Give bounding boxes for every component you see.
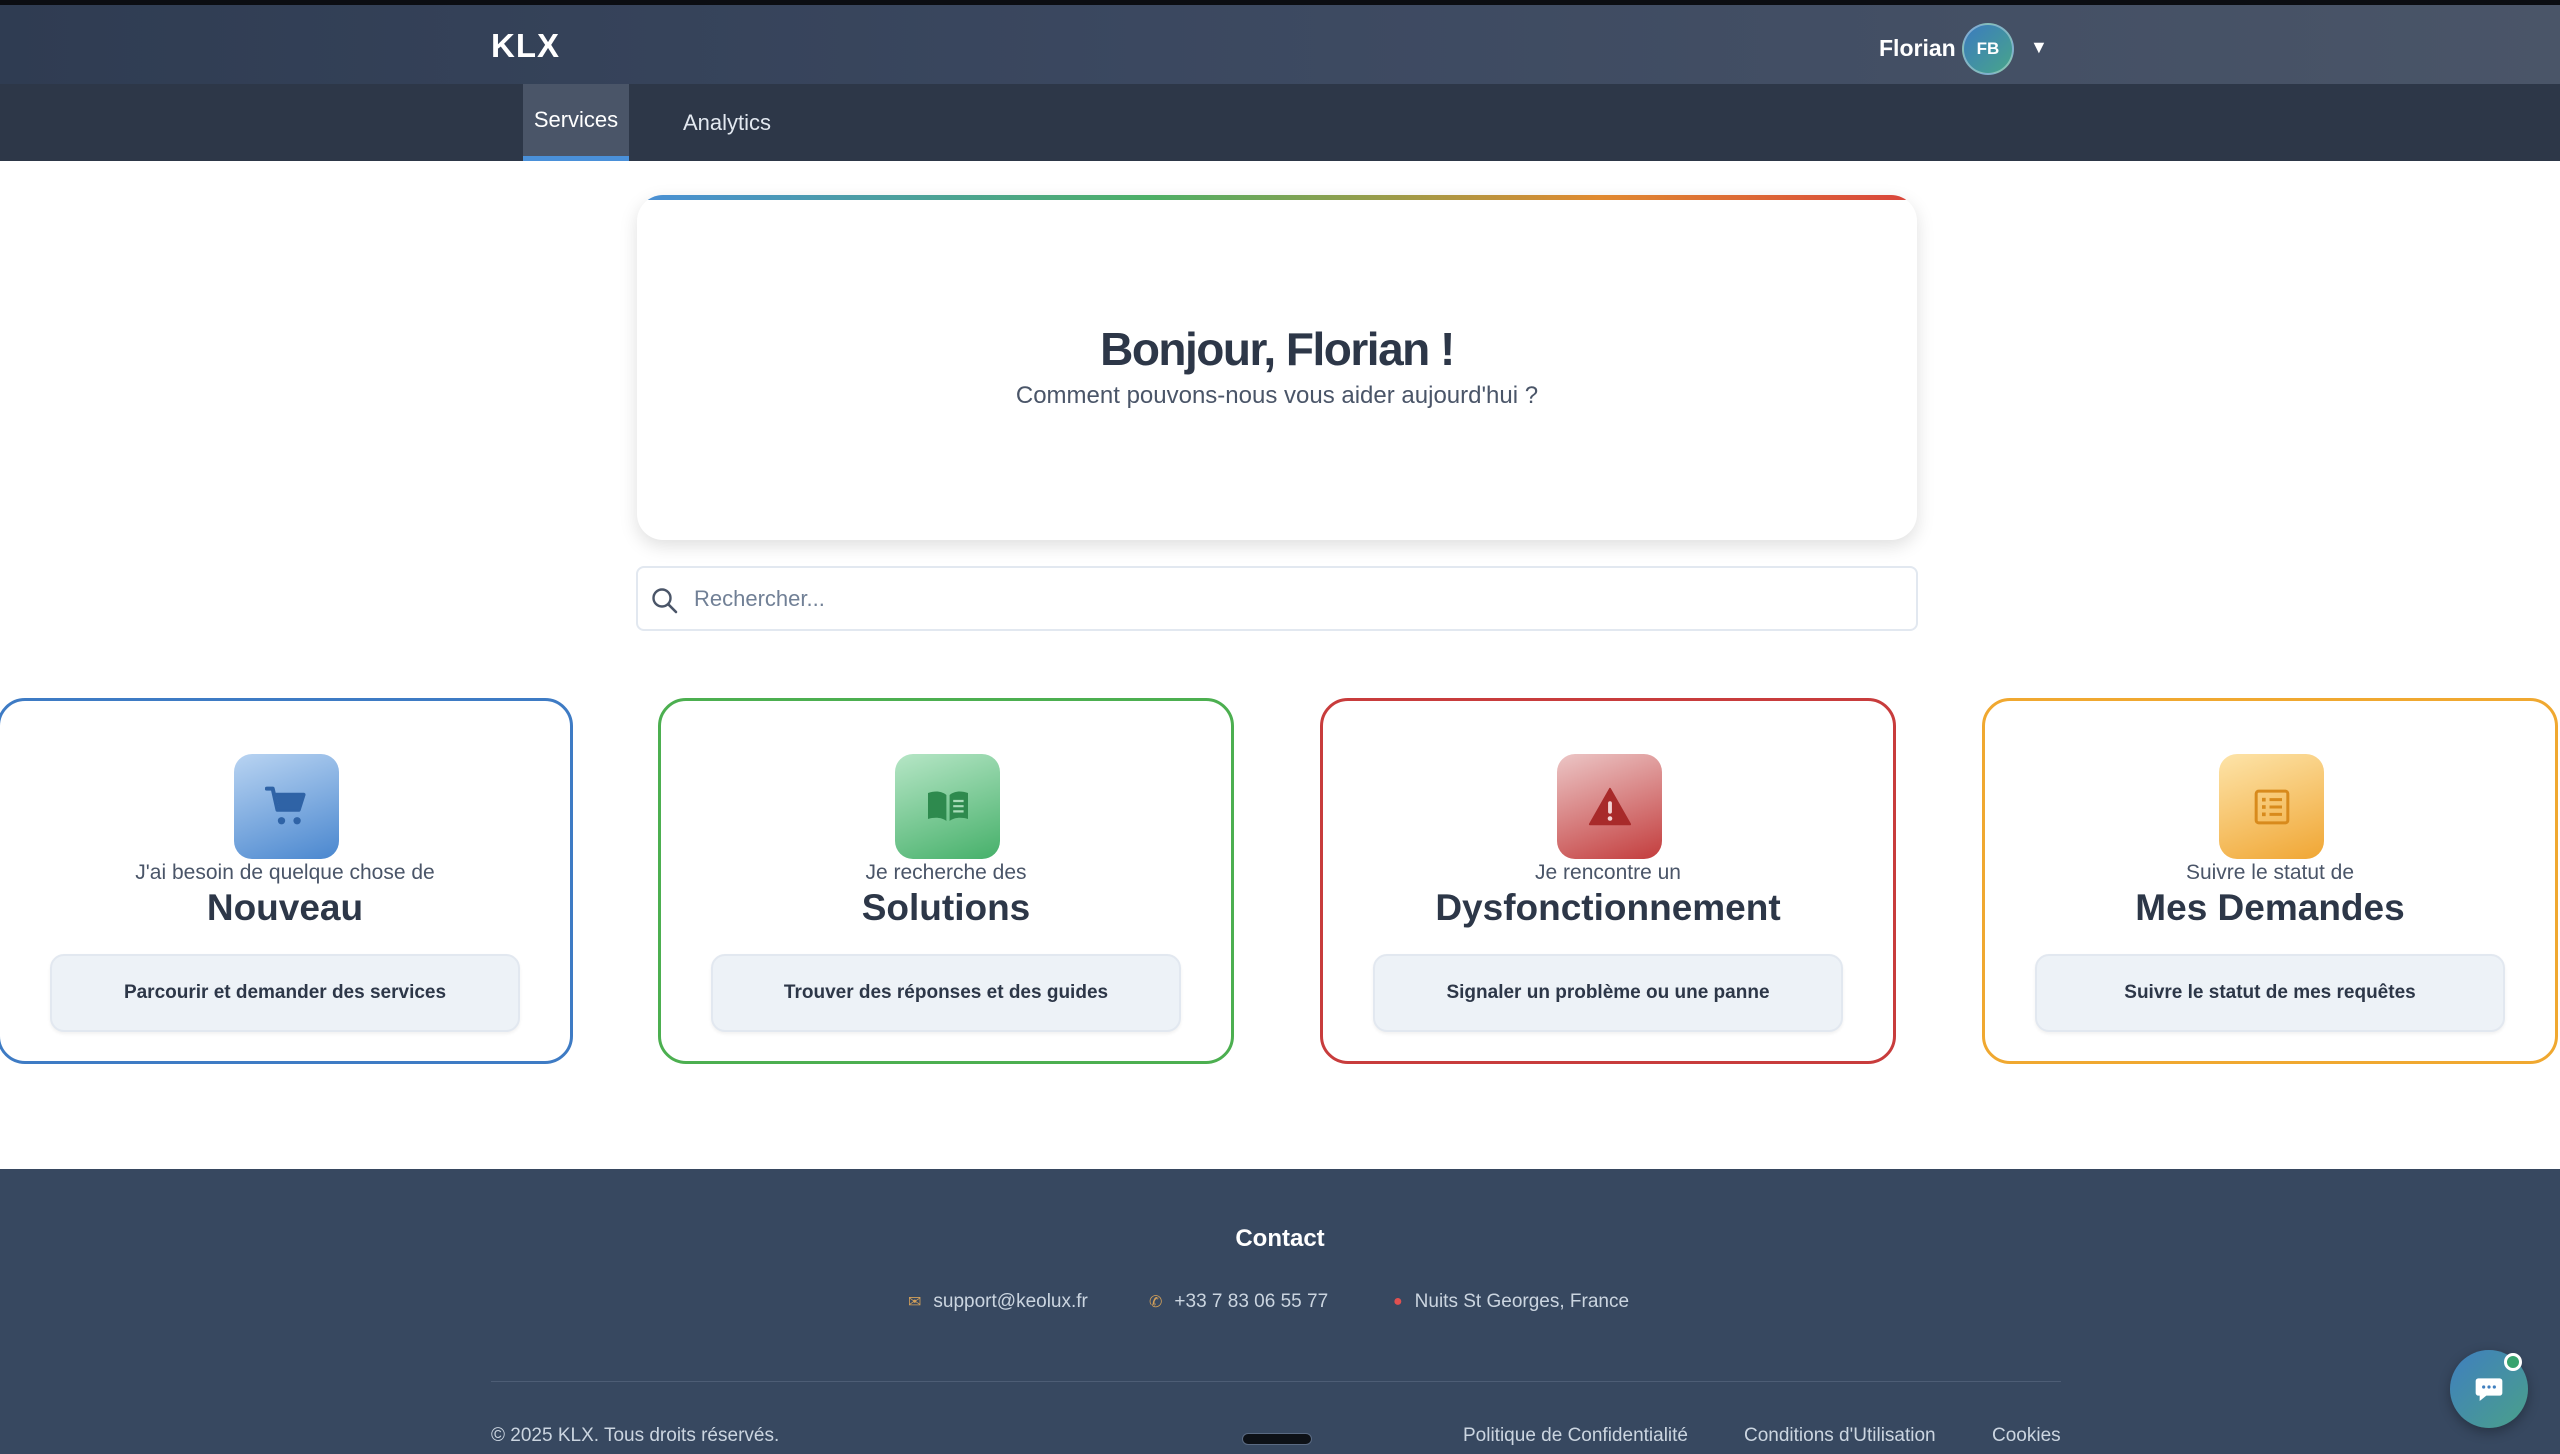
footer-divider bbox=[491, 1381, 2061, 1382]
card-subtitle: Je recherche des bbox=[865, 861, 1027, 884]
card-title: Solutions bbox=[861, 887, 1031, 928]
envelope-icon: ✉ bbox=[908, 1294, 922, 1311]
chat-button[interactable] bbox=[2450, 1350, 2528, 1428]
chat-bubble-icon bbox=[2475, 1378, 2503, 1401]
contact-address: ● Nuits St Georges, France bbox=[1393, 1291, 1629, 1313]
privacy-policy-link[interactable]: Politique de Confidentialité bbox=[1463, 1425, 1688, 1447]
nav-bar: Services Analytics bbox=[0, 84, 2560, 161]
email-text: support@keolux.fr bbox=[933, 1291, 1088, 1312]
warning-icon bbox=[1557, 754, 1662, 859]
list-icon bbox=[2219, 754, 2324, 859]
home-indicator bbox=[1242, 1433, 1312, 1445]
card-solutions[interactable]: Je recherche des Solutions Trouver des r… bbox=[658, 698, 1234, 1064]
copyright: © 2025 KLX. Tous droits réservés. bbox=[491, 1425, 780, 1446]
welcome-subtitle: Comment pouvons-nous vous aider aujourd'… bbox=[1015, 382, 1539, 409]
user-avatar[interactable]: FB bbox=[1962, 23, 2014, 75]
browse-services-button[interactable]: Parcourir et demander des services bbox=[50, 954, 520, 1032]
online-status-dot bbox=[2504, 1353, 2522, 1371]
card-subtitle: Suivre le statut de bbox=[2185, 861, 2355, 884]
card-subtitle: Je rencontre un bbox=[1535, 861, 1681, 884]
report-problem-button[interactable]: Signaler un problème ou une panne bbox=[1373, 954, 1843, 1032]
phone-text: +33 7 83 06 55 77 bbox=[1174, 1291, 1329, 1312]
phone-icon: ✆ bbox=[1149, 1294, 1163, 1311]
contact-email[interactable]: ✉ support@keolux.fr bbox=[908, 1291, 1088, 1313]
card-new-request[interactable]: J'ai besoin de quelque chose de Nouveau … bbox=[0, 698, 573, 1064]
top-bar: KLX Florian FB ▼ bbox=[0, 0, 2560, 84]
card-title: Nouveau bbox=[206, 887, 364, 928]
track-requests-button[interactable]: Suivre le statut de mes requêtes bbox=[2035, 954, 2505, 1032]
book-icon bbox=[895, 754, 1000, 859]
card-title: Mes Demandes bbox=[2135, 887, 2405, 928]
contact-title: Contact bbox=[1235, 1225, 1325, 1252]
search-icon bbox=[652, 588, 678, 614]
card-subtitle: J'ai besoin de quelque chose de bbox=[135, 861, 435, 884]
cookies-link[interactable]: Cookies bbox=[1992, 1425, 2061, 1447]
location-pin-icon: ● bbox=[1393, 1293, 1403, 1310]
find-answers-button[interactable]: Trouver des réponses et des guides bbox=[711, 954, 1181, 1032]
tab-analytics[interactable]: Analytics bbox=[667, 84, 787, 161]
search-input[interactable] bbox=[694, 576, 1894, 622]
footer: Contact ✉ support@keolux.fr ✆ +33 7 83 0… bbox=[0, 1169, 2560, 1454]
tab-services[interactable]: Services bbox=[523, 84, 629, 161]
welcome-card: Bonjour, Florian ! Comment pouvons-nous … bbox=[637, 195, 1917, 540]
card-my-requests[interactable]: Suivre le statut de Mes Demandes Suivre … bbox=[1982, 698, 2558, 1064]
terms-link[interactable]: Conditions d'Utilisation bbox=[1744, 1425, 1936, 1447]
search-bar[interactable] bbox=[636, 566, 1918, 631]
address-text: Nuits St Georges, France bbox=[1414, 1291, 1630, 1312]
user-name[interactable]: Florian bbox=[1879, 35, 1956, 62]
contact-phone[interactable]: ✆ +33 7 83 06 55 77 bbox=[1149, 1291, 1328, 1313]
card-incident[interactable]: Je rencontre un Dysfonctionnement Signal… bbox=[1320, 698, 1896, 1064]
card-title: Dysfonctionnement bbox=[1435, 887, 1781, 928]
cart-icon bbox=[234, 754, 339, 859]
chevron-down-icon[interactable]: ▼ bbox=[2030, 37, 2048, 58]
welcome-title: Bonjour, Florian ! bbox=[1100, 323, 1455, 375]
brand-logo[interactable]: KLX bbox=[491, 27, 560, 65]
